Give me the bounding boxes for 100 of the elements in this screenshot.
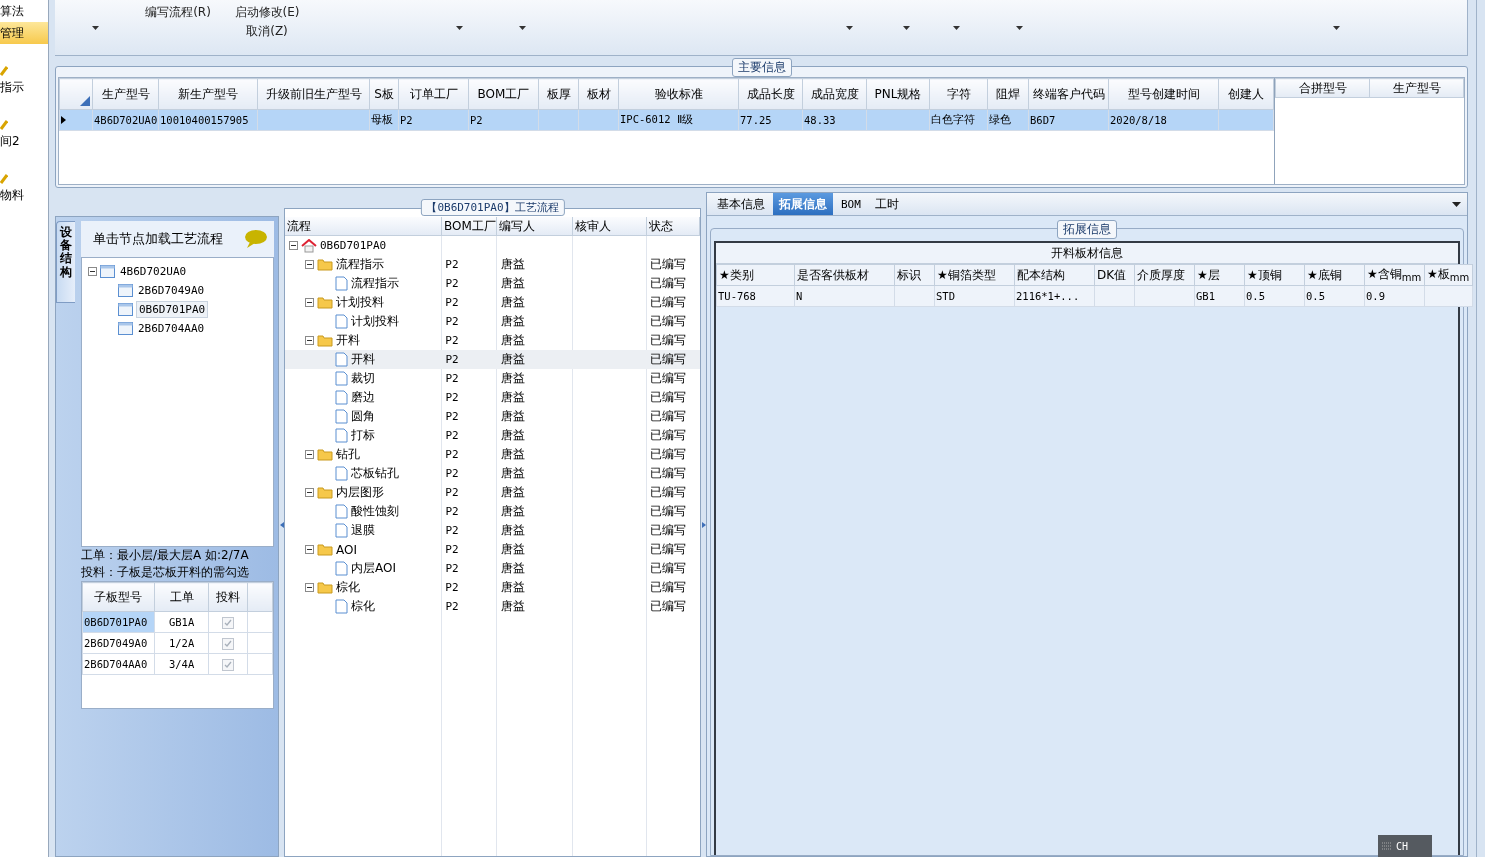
column-header[interactable]: 投料 [208,582,248,612]
column-header[interactable]: 字符 [929,78,988,110]
collapse-arrow-icon[interactable] [701,521,706,528]
column-header[interactable]: PNL规格 [866,78,930,110]
tree-item[interactable]: 开料 [336,332,360,349]
tree-item[interactable]: 流程指示 [351,275,399,292]
collapse-arrow-icon[interactable] [279,521,284,528]
tree-item[interactable]: 退膜 [351,522,375,539]
collapse-icon[interactable] [289,241,298,250]
collapse-icon[interactable] [305,298,314,307]
column-header[interactable]: 验收标准 [618,78,739,110]
sidebar-item[interactable]: 算法 [0,0,48,22]
collapse-icon[interactable] [305,260,314,269]
tree-item[interactable]: 内层图形 [336,484,384,501]
column-header[interactable]: 介质厚度 [1134,264,1195,286]
toolbar-button[interactable]: 编写流程(R) [145,4,211,21]
column-header[interactable]: 编写人 [497,217,573,236]
tab[interactable]: BOM [835,193,867,215]
collapse-icon[interactable] [305,450,314,459]
dropdown-arrow-icon[interactable] [91,26,99,30]
dropdown-arrow-icon[interactable] [1333,26,1340,30]
column-header[interactable]: 核审人 [573,217,647,236]
tree-item[interactable]: 计划投料 [351,313,399,330]
dropdown-arrow-icon[interactable] [953,26,960,30]
tree-item[interactable]: 0B6D701PA0 [136,301,209,318]
checkbox[interactable] [222,616,235,629]
collapse-icon[interactable] [88,267,97,276]
column-header[interactable]: ★板$_{mm}$ [1424,264,1473,286]
column-header[interactable]: 成品宽度 [802,78,867,110]
tree-item[interactable]: 开料 [351,351,375,368]
dropdown-arrow-icon[interactable] [903,26,910,30]
tree-item[interactable]: 裁切 [351,370,375,387]
column-header[interactable]: 成品长度 [738,78,803,110]
dropdown-arrow-icon[interactable] [1016,26,1023,30]
toolbar-button[interactable]: 启动修改(E) [234,4,300,21]
column-header[interactable]: ★层 [1194,264,1245,286]
column-header[interactable]: 阻焊 [987,78,1029,110]
column-header[interactable]: 型号创建时间 [1108,78,1219,110]
column-header[interactable]: ★顶铜 [1244,264,1305,286]
table-cell[interactable]: 2B6D704AA0 [82,653,155,675]
tree-item[interactable]: 2B6D7049A0 [136,283,207,298]
tree-item[interactable]: 流程指示 [336,256,384,273]
toolbar-button[interactable]: 取消(Z) [246,23,288,40]
column-header[interactable]: 生产型号 [1369,78,1464,98]
table-cell[interactable]: 0B6D701PA0 [82,611,155,633]
column-header[interactable]: 子板型号 [82,582,155,612]
tree-item[interactable]: AOI [336,542,357,557]
column-header[interactable]: 生产型号 [92,78,159,110]
ime-indicator[interactable]: CH [1378,835,1432,857]
column-header[interactable]: 订单工厂 [398,78,469,110]
table-cell[interactable]: 2B6D7049A0 [82,632,155,654]
sidebar-item[interactable]: 管理 [0,22,48,44]
collapse-icon[interactable] [305,488,314,497]
dropdown-arrow-icon[interactable] [519,26,526,30]
tree-item[interactable]: 圆角 [351,408,375,425]
tree-item[interactable]: 内层AOI [351,560,396,577]
tree-item[interactable]: 棕化 [336,579,360,596]
column-header[interactable]: 合拼型号 [1275,78,1370,98]
column-header[interactable]: 配本结构 [1014,264,1095,286]
column-header[interactable]: 工单 [154,582,209,612]
sidebar-item[interactable]: 间2 [0,130,48,152]
tree-item[interactable]: 磨边 [351,389,375,406]
dropdown-arrow-icon[interactable] [846,26,853,30]
tree-item[interactable]: 4B6D702UA0 [118,264,189,279]
collapse-icon[interactable] [305,583,314,592]
collapse-icon[interactable] [305,336,314,345]
column-header[interactable]: 终端客户代码 [1028,78,1109,110]
tree-item[interactable]: 酸性蚀刻 [351,503,399,520]
column-header[interactable]: 板材 [578,78,619,110]
column-header[interactable]: 升级前旧生产型号 [257,78,370,110]
column-header[interactable]: ★类别 [716,264,795,286]
column-header[interactable]: ★铜箔类型 [934,264,1015,286]
column-header[interactable]: 新生产型号 [158,78,258,110]
column-header[interactable]: DK值 [1094,264,1135,286]
checkbox[interactable] [222,658,235,671]
row-header[interactable] [59,109,93,131]
tab[interactable]: 工时 [868,193,905,215]
side-tab[interactable]: 设备结构 [56,221,75,303]
tree-item[interactable]: 打标 [351,427,375,444]
column-header[interactable]: 状态 [647,217,700,236]
column-header[interactable]: S板 [369,78,399,110]
dropdown-arrow-icon[interactable] [456,26,463,30]
tree-item[interactable]: 计划投料 [336,294,384,311]
dropdown-arrow-icon[interactable] [1452,201,1461,207]
tree-item[interactable]: 0B6D701PA0 [320,239,387,252]
collapse-icon[interactable] [305,545,314,554]
checkbox[interactable] [222,637,235,650]
tree-item[interactable]: 棕化 [351,598,375,615]
tree-item[interactable]: 钻孔 [336,446,360,463]
tab[interactable]: 拓展信息 [773,193,833,215]
tab[interactable]: 基本信息 [711,193,771,215]
column-header[interactable]: BOM工厂 [468,78,539,110]
column-header[interactable]: 创建人 [1218,78,1274,110]
column-header[interactable]: 标识 [894,264,935,286]
tree-item[interactable]: 芯板钻孔 [351,465,399,482]
column-header[interactable]: 是否客供板材 [794,264,895,286]
column-header[interactable]: 流程 [285,217,442,236]
column-header[interactable]: ★含铜$_{mm}$ [1364,264,1425,286]
column-header[interactable]: ★底铜 [1304,264,1365,286]
tree-item[interactable]: 2B6D704AA0 [136,321,207,336]
